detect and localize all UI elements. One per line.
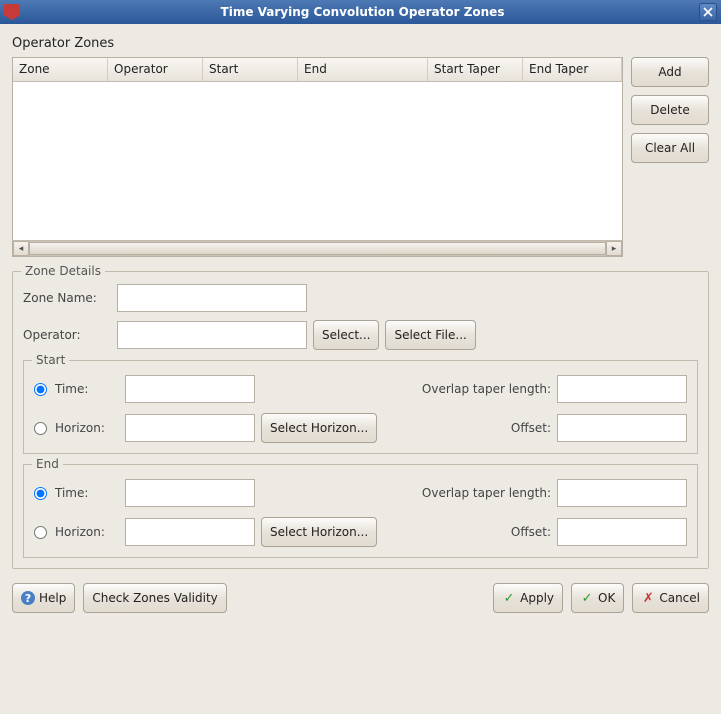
start-overlap-label: Overlap taper length: [422, 382, 551, 396]
zones-button-column: Add Delete Clear All [631, 57, 709, 257]
end-legend: End [32, 457, 63, 471]
scroll-thumb[interactable] [29, 242, 606, 255]
end-select-horizon-button[interactable]: Select Horizon... [261, 517, 377, 547]
start-time-row: Time: Overlap taper length: [34, 375, 687, 403]
zone-details-legend: Zone Details [21, 264, 105, 278]
window-close-button[interactable] [699, 3, 717, 21]
zones-table-header: Zone Operator Start End Start Taper End … [13, 58, 622, 82]
ok-button-label: OK [598, 591, 615, 605]
start-time-label: Time: [55, 382, 119, 396]
titlebar: Time Varying Convolution Operator Zones [0, 0, 721, 24]
zone-name-label: Zone Name: [23, 291, 111, 305]
end-time-input[interactable] [125, 479, 255, 507]
end-horizon-label: Horizon: [55, 525, 119, 539]
zone-details-fieldset: Zone Details Zone Name: Operator: Select… [12, 271, 709, 569]
start-fieldset: Start Time: Overlap taper length: Horizo… [23, 360, 698, 454]
window-title: Time Varying Convolution Operator Zones [26, 5, 699, 19]
end-horizon-radio[interactable] [34, 526, 47, 539]
zones-row: Zone Operator Start End Start Taper End … [12, 57, 709, 257]
start-horizon-row: Horizon: Select Horizon... Offset: [34, 413, 687, 443]
end-horizon-input[interactable] [125, 518, 255, 546]
help-button[interactable]: ? Help [12, 583, 75, 613]
cancel-button-label: Cancel [659, 591, 700, 605]
operator-row: Operator: Select... Select File... [23, 320, 698, 350]
check-icon: ✓ [502, 591, 516, 605]
help-button-label: Help [39, 591, 66, 605]
end-fieldset: End Time: Overlap taper length: Horizon:… [23, 464, 698, 558]
start-select-horizon-button[interactable]: Select Horizon... [261, 413, 377, 443]
check-validity-button[interactable]: Check Zones Validity [83, 583, 226, 613]
end-overlap-input[interactable] [557, 479, 687, 507]
delete-button[interactable]: Delete [631, 95, 709, 125]
operator-label: Operator: [23, 328, 111, 342]
zones-table: Zone Operator Start End Start Taper End … [12, 57, 623, 257]
cancel-button[interactable]: ✗ Cancel [632, 583, 709, 613]
scroll-track[interactable] [29, 241, 606, 256]
help-icon: ? [21, 591, 35, 605]
col-header-zone[interactable]: Zone [13, 58, 108, 81]
start-time-input[interactable] [125, 375, 255, 403]
x-icon: ✗ [641, 591, 655, 605]
start-horizon-label: Horizon: [55, 421, 119, 435]
start-horizon-input[interactable] [125, 414, 255, 442]
end-offset-label: Offset: [511, 525, 551, 539]
col-header-end-taper[interactable]: End Taper [523, 58, 622, 81]
start-legend: Start [32, 353, 69, 367]
zones-table-body[interactable] [13, 82, 622, 240]
operator-input[interactable] [117, 321, 307, 349]
zone-name-input[interactable] [117, 284, 307, 312]
col-header-operator[interactable]: Operator [108, 58, 203, 81]
end-offset-input[interactable] [557, 518, 687, 546]
start-time-radio[interactable] [34, 383, 47, 396]
scroll-left-icon[interactable]: ◂ [13, 241, 29, 256]
start-overlap-input[interactable] [557, 375, 687, 403]
col-header-start-taper[interactable]: Start Taper [428, 58, 523, 81]
zones-table-hscrollbar[interactable]: ◂ ▸ [13, 240, 622, 256]
check-icon: ✓ [580, 591, 594, 605]
ok-button[interactable]: ✓ OK [571, 583, 624, 613]
end-time-label: Time: [55, 486, 119, 500]
close-icon [703, 7, 713, 17]
zone-name-row: Zone Name: [23, 284, 698, 312]
operator-zones-label: Operator Zones [12, 36, 709, 51]
window-body: Operator Zones Zone Operator Start End S… [0, 24, 721, 625]
start-horizon-radio[interactable] [34, 422, 47, 435]
end-time-radio[interactable] [34, 487, 47, 500]
col-header-end[interactable]: End [298, 58, 428, 81]
add-button[interactable]: Add [631, 57, 709, 87]
apply-button-label: Apply [520, 591, 554, 605]
app-icon [4, 4, 20, 20]
start-offset-label: Offset: [511, 421, 551, 435]
scroll-right-icon[interactable]: ▸ [606, 241, 622, 256]
operator-select-button[interactable]: Select... [313, 320, 379, 350]
bottom-bar: ? Help Check Zones Validity ✓ Apply ✓ OK… [12, 583, 709, 613]
col-header-start[interactable]: Start [203, 58, 298, 81]
operator-select-file-button[interactable]: Select File... [385, 320, 475, 350]
apply-button[interactable]: ✓ Apply [493, 583, 563, 613]
end-time-row: Time: Overlap taper length: [34, 479, 687, 507]
clear-all-button[interactable]: Clear All [631, 133, 709, 163]
end-overlap-label: Overlap taper length: [422, 486, 551, 500]
start-offset-input[interactable] [557, 414, 687, 442]
end-horizon-row: Horizon: Select Horizon... Offset: [34, 517, 687, 547]
